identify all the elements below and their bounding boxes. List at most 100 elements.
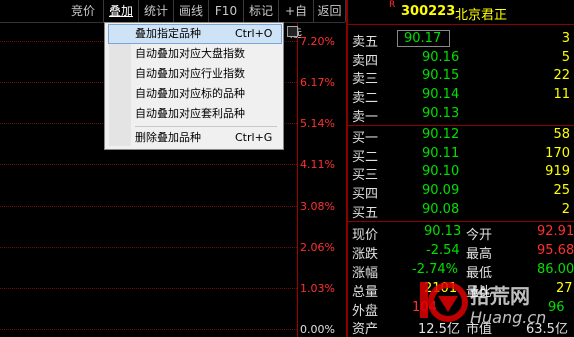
toolbar-stats[interactable]: 统计 — [139, 0, 174, 22]
bid-price: 90.09 — [422, 183, 460, 198]
menu-item-auto-underlying[interactable]: 自动叠加对应标的品种 — [109, 85, 281, 103]
ask-volume: 11 — [553, 87, 570, 102]
bid-price: 90.10 — [422, 164, 460, 179]
asset-label: 资产 — [352, 322, 379, 337]
chg-value: -2.54 — [426, 243, 460, 258]
menu-item-overlay-specified[interactable]: 叠加指定品种 Ctrl+O — [108, 24, 282, 44]
toolbar-mark[interactable]: 标记 — [244, 0, 279, 22]
ask-row: 卖四 90.16 5 — [352, 50, 572, 69]
toolbar-add-watchlist[interactable]: +自选 — [279, 0, 314, 40]
bid-row: 买一 90.12 58 — [352, 127, 572, 146]
outer-label: 外盘 — [352, 304, 379, 319]
ask-price: 90.14 — [422, 87, 460, 102]
ask-row: 卖五 90.17 3 — [352, 30, 572, 50]
menu-item-label: 删除叠加品种 — [135, 131, 201, 144]
bid-label: 买三 — [352, 168, 379, 183]
ask-price: 90.15 — [422, 68, 460, 83]
menu-item-label: 自动叠加对应标的品种 — [135, 87, 245, 100]
chg-label: 涨跌 — [352, 247, 379, 262]
toolbar-bidding[interactable]: 竞价 — [63, 0, 104, 22]
menu-item-auto-arbitrage[interactable]: 自动叠加对应套利品种 — [109, 105, 281, 123]
pct-label: 7.20% — [300, 35, 335, 48]
bid-label: 买二 — [352, 150, 379, 165]
stock-badge: R — [389, 0, 396, 10]
menu-item-label: 自动叠加对应套利品种 — [135, 107, 245, 120]
ask-volume: 3 — [561, 31, 570, 46]
site-watermark: 拾荒网 Huang.cn — [408, 276, 568, 332]
pct-label: 2.06% — [300, 241, 335, 254]
ask-label: 卖一 — [352, 110, 379, 125]
menu-item-label: 自动叠加对应大盘指数 — [135, 47, 245, 60]
chgpct-label: 涨幅 — [352, 266, 379, 281]
ask-bid-divider — [348, 125, 574, 126]
bid-label: 买五 — [352, 206, 379, 221]
menu-item-label: 叠加指定品种 — [135, 27, 201, 40]
now-label: 现价 — [352, 228, 379, 243]
ask-volume: 5 — [561, 50, 570, 65]
panel-divider — [346, 0, 348, 337]
ask-label: 卖五 — [352, 35, 379, 50]
toolbar-draw[interactable]: 画线 — [174, 0, 209, 22]
ask-row: 卖三 90.15 22 — [352, 68, 572, 87]
pct-label: 3.08% — [300, 200, 335, 213]
toolbar-overlay[interactable]: 叠加 — [104, 0, 139, 22]
high-label: 最高 — [466, 247, 493, 262]
gridline — [0, 247, 297, 248]
watermark-one-bar — [420, 282, 428, 318]
bid-stats-divider — [348, 221, 574, 222]
menu-item-auto-index[interactable]: 自动叠加对应大盘指数 — [109, 45, 281, 63]
open-price: 92.91 — [537, 224, 574, 239]
high-price: 95.68 — [537, 243, 574, 258]
stock-header: R 300223 北京君正 — [348, 0, 574, 25]
menu-item-auto-industry[interactable]: 自动叠加对应行业指数 — [109, 65, 281, 83]
ask-price: 90.16 — [422, 50, 460, 65]
stock-code: 300223 — [401, 4, 456, 19]
watermark-zero-mark — [438, 296, 458, 312]
open-label: 今开 — [466, 228, 493, 243]
bid-volume: 2 — [561, 202, 570, 217]
ask-row: 卖二 90.14 11 — [352, 87, 572, 106]
bid-label: 买四 — [352, 187, 379, 202]
menu-item-label: 自动叠加对应行业指数 — [135, 67, 245, 80]
menu-item-shortcut: Ctrl+O — [235, 27, 273, 40]
toolbar-f10[interactable]: F10 — [209, 0, 244, 22]
bid-row: 买四 90.09 25 — [352, 183, 572, 202]
now-price: 90.13 — [424, 224, 462, 239]
ask-label: 卖二 — [352, 91, 379, 106]
gridline — [0, 288, 297, 289]
bid-label: 买一 — [352, 131, 379, 146]
bid-volume: 25 — [553, 183, 570, 198]
ask-price: 90.13 — [422, 106, 460, 121]
chgpct-value: -2.74% — [412, 262, 458, 277]
chart-axis-line — [297, 23, 298, 337]
pct-label: 5.14% — [300, 117, 335, 130]
pct-label: 6.17% — [300, 76, 335, 89]
bid-volume: 919 — [545, 164, 570, 179]
bid-row: 买五 90.08 2 — [352, 202, 572, 221]
gridline — [0, 164, 297, 165]
ask-price[interactable]: 90.17 — [396, 30, 451, 47]
gridline — [0, 206, 297, 207]
menu-separator — [135, 126, 277, 127]
watermark-domain: Huang.cn — [470, 308, 547, 327]
overlay-menu: 叠加指定品种 Ctrl+O 自动叠加对应大盘指数 自动叠加对应行业指数 自动叠加… — [104, 22, 284, 150]
menu-item-delete-overlay[interactable]: 删除叠加品种 Ctrl+G — [109, 129, 281, 147]
chart-scroll-knob[interactable] — [287, 26, 298, 37]
ask-label: 卖四 — [352, 54, 379, 69]
stock-name: 北京君正 — [455, 8, 508, 23]
bid-price: 90.11 — [422, 146, 460, 161]
toolbar-back[interactable]: 返回 — [314, 0, 346, 22]
watermark-brand: 拾荒网 — [470, 284, 530, 308]
ask-row: 卖一 90.13 — [352, 106, 572, 125]
bid-row: 买三 90.10 919 — [352, 164, 572, 183]
bid-price: 90.08 — [422, 202, 460, 217]
gridline — [0, 329, 297, 330]
chart-toolbar: 竞价 叠加 统计 画线 F10 标记 +自选 返回 — [0, 0, 346, 40]
pct-label: 1.03% — [300, 282, 335, 295]
volume-label: 总量 — [352, 285, 379, 300]
ask-label: 卖三 — [352, 72, 379, 87]
low-price: 86.00 — [537, 262, 574, 277]
ask-volume: 22 — [553, 68, 570, 83]
pct-label: 4.11% — [300, 158, 335, 171]
bid-row: 买二 90.11 170 — [352, 146, 572, 165]
